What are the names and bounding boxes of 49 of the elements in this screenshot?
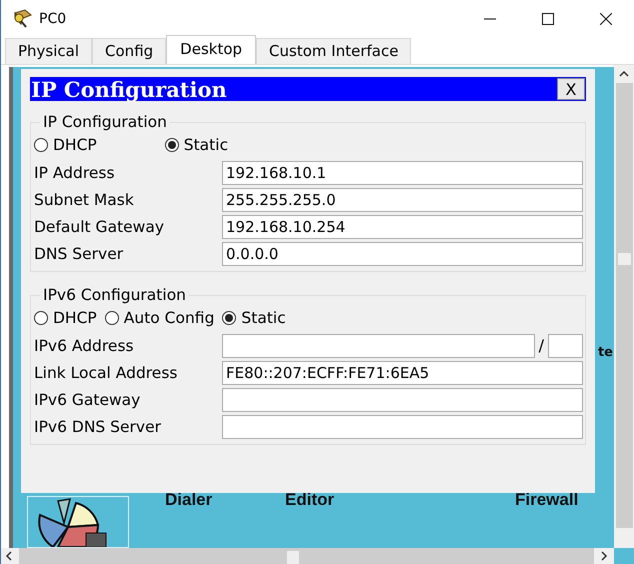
radio-button[interactable] <box>34 138 48 152</box>
field-label: Link Local Address <box>34 364 178 382</box>
app-label: Firewall <box>515 490 578 510</box>
scroll-left-icon[interactable] <box>5 551 13 561</box>
scroll-right-icon[interactable] <box>600 551 608 561</box>
radio-option[interactable]: Auto Config <box>104 309 214 327</box>
input-field[interactable]: 255.255.255.0 <box>222 188 583 212</box>
field-label: IPv6 DNS Server <box>34 418 162 436</box>
scrollbar-thumb[interactable] <box>287 551 299 564</box>
input-field[interactable] <box>222 334 535 358</box>
tab[interactable]: Desktop <box>166 35 256 64</box>
app-label: te <box>598 345 613 360</box>
field-label: IP Address <box>34 164 116 182</box>
radio-button[interactable] <box>164 138 179 152</box>
input-field[interactable]: FE80::207:ECFF:FE71:6EA5 <box>222 360 583 384</box>
scrollbar-thumb[interactable] <box>618 253 630 265</box>
group-title: IPv6 Configuration <box>42 286 187 304</box>
prefix-separator: / <box>538 336 544 355</box>
field-label: IPv6 Address <box>34 336 135 354</box>
radio-button[interactable] <box>34 311 48 325</box>
app-label: Editor <box>285 490 334 510</box>
radio-option[interactable]: Static <box>164 136 228 154</box>
app-label: Dialer <box>165 490 212 510</box>
app-tile[interactable] <box>27 496 129 548</box>
prefix-field[interactable] <box>548 334 583 358</box>
tab[interactable]: Config <box>92 38 166 64</box>
close-button[interactable]: X <box>557 78 585 100</box>
input-field[interactable]: 0.0.0.0 <box>222 242 583 266</box>
scrollbar-corner <box>614 548 634 564</box>
radio-option[interactable]: DHCP <box>34 136 97 154</box>
radio-option[interactable]: DHCP <box>34 309 97 327</box>
input-field[interactable] <box>222 388 583 412</box>
tab[interactable]: Physical <box>5 38 92 64</box>
field-label: DNS Server <box>34 244 124 262</box>
field-label: Default Gateway <box>34 218 166 236</box>
radio-button[interactable] <box>222 311 236 325</box>
dialog-title: IP Configuration <box>31 76 227 102</box>
radio-button[interactable] <box>104 311 119 325</box>
group-title: IP Configuration <box>42 113 168 131</box>
window-title: PC0 <box>39 11 66 27</box>
input-field[interactable] <box>222 414 583 438</box>
close-icon[interactable] <box>600 13 612 25</box>
input-field[interactable]: 192.168.10.1 <box>222 160 583 184</box>
maximize-icon[interactable] <box>542 13 554 25</box>
field-label: IPv6 Gateway <box>34 390 142 408</box>
tab[interactable]: Custom Interface <box>256 38 412 64</box>
field-label: Subnet Mask <box>34 190 135 208</box>
radio-option[interactable]: Static <box>222 309 286 327</box>
input-field[interactable]: 192.168.10.254 <box>222 214 583 238</box>
